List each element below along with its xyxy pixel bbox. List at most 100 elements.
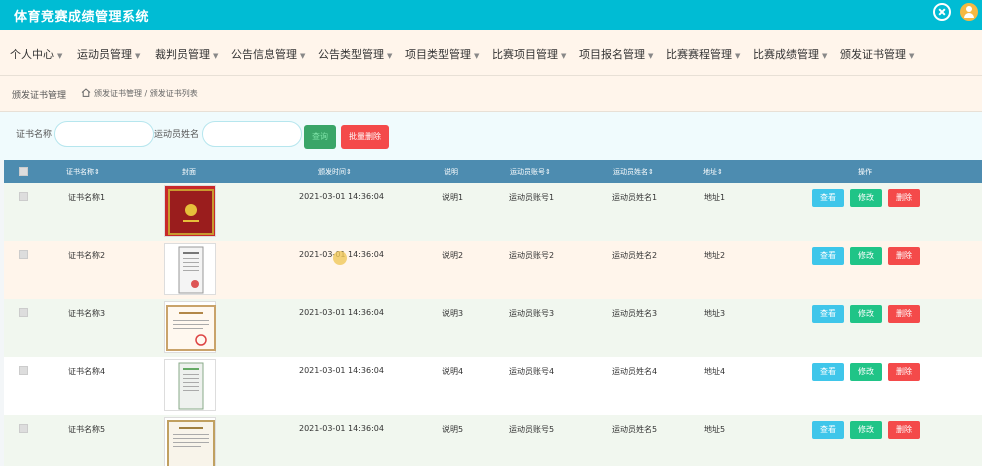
delete-button[interactable]: 删除 [888,247,920,265]
chevron-down-icon: ▼ [387,52,393,60]
athlete-account: 运动员账号2 [509,251,555,260]
column-header-name[interactable]: 证书名称⇕ [66,167,100,177]
delete-button[interactable]: 删除 [888,305,920,323]
column-header-account[interactable]: 运动员账号⇕ [510,167,551,177]
athlete-name: 运动员姓名4 [612,367,658,376]
chevron-down-icon: ▼ [735,52,741,60]
nav-item-label: 比赛项目管理 [492,48,558,61]
cover-image [167,420,215,466]
chevron-down-icon: ▼ [648,52,654,60]
athlete-name-input[interactable] [202,121,302,147]
nav-item-announcements[interactable]: 公告信息管理 ▼ [231,46,305,62]
nav-item-results[interactable]: 比赛成绩管理 ▼ [753,46,827,62]
nav-item-event-types[interactable]: 项目类型管理 ▼ [405,46,479,62]
view-button[interactable]: 查看 [812,363,844,381]
chevron-down-icon: ▼ [213,52,219,60]
view-button[interactable]: 查看 [812,247,844,265]
row-checkbox[interactable] [19,250,28,259]
search-button[interactable]: 查询 [304,125,336,149]
column-header-label: 颁发时间 [318,168,346,176]
athlete-account: 运动员账号3 [509,309,555,318]
certificate-cover-image[interactable] [164,359,216,411]
row-checkbox[interactable] [19,308,28,317]
nav-item-referees[interactable]: 裁判员管理 ▼ [155,46,218,62]
delete-button[interactable]: 删除 [888,189,920,207]
fullscreen-icon[interactable] [933,3,951,21]
chevron-down-icon: ▼ [135,52,141,60]
certificate-cover-image[interactable] [164,301,216,353]
nav-item-label: 个人中心 [10,48,54,61]
certificate-name: 证书名称3 [68,309,106,318]
delete-button[interactable]: 删除 [888,363,920,381]
delete-button[interactable]: 删除 [888,421,920,439]
chevron-down-icon: ▼ [474,52,480,60]
breadcrumb-path[interactable]: 颁发证书管理 / 颁发证书列表 [94,88,198,99]
cover-image [168,189,214,235]
nav-item-schedule[interactable]: 比赛赛程管理 ▼ [666,46,740,62]
table-header: 证书名称⇕ 封面 颁发时间⇕ 说明 运动员账号⇕ 运动员姓名⇕ 地址⇕ 操作 [4,160,982,183]
cover-image [166,305,216,351]
cover-image [178,246,204,294]
column-header-time[interactable]: 颁发时间⇕ [318,167,352,177]
certificate-cover-image[interactable] [164,185,216,237]
address: 地址5 [704,425,726,434]
certificate-cover-image[interactable] [164,243,216,295]
row-checkbox[interactable] [19,424,28,433]
nav-item-registrations[interactable]: 项目报名管理 ▼ [579,46,653,62]
nav-item-label: 运动员管理 [77,48,132,61]
issue-time: 2021-03-01 14:36:04 [299,366,384,375]
view-button[interactable]: 查看 [812,421,844,439]
certificate-name-input[interactable] [54,121,154,147]
edit-button[interactable]: 修改 [850,305,882,323]
home-icon[interactable] [81,88,91,97]
athlete-name: 运动员姓名5 [612,425,658,434]
athlete-account: 运动员账号5 [509,425,555,434]
certificate-table: 证书名称⇕ 封面 颁发时间⇕ 说明 运动员账号⇕ 运动员姓名⇕ 地址⇕ 操作 证… [4,160,982,466]
athlete-name: 运动员姓名2 [612,251,658,260]
nav-item-personal-center[interactable]: 个人中心 ▼ [10,46,62,62]
select-all-checkbox[interactable] [19,167,28,176]
column-header-athlete[interactable]: 运动员姓名⇕ [613,167,654,177]
top-bar: 体育竞赛成绩管理系统 [0,0,982,30]
row-checkbox[interactable] [19,192,28,201]
batch-delete-button[interactable]: 批量删除 [341,125,389,149]
description: 说明4 [442,367,464,376]
nav-item-label: 项目报名管理 [579,48,645,61]
chevron-down-icon: ▼ [909,52,915,60]
edit-button[interactable]: 修改 [850,247,882,265]
certificate-name: 证书名称2 [68,251,106,260]
edit-button[interactable]: 修改 [850,363,882,381]
description: 说明5 [442,425,464,434]
chevron-down-icon: ▼ [822,52,828,60]
address: 地址4 [704,367,726,376]
mouse-cursor [333,251,347,265]
nav-item-label: 公告类型管理 [318,48,384,61]
certificate-cover-image[interactable] [164,417,216,466]
table-row: 证书名称4 2021-03-01 14:36:04 说明4 运动员账号4 运动员… [4,357,982,415]
issue-time: 2021-03-01 14:36:04 [299,424,384,433]
chevron-down-icon: ▼ [57,52,63,60]
page-title: 颁发证书管理 [12,91,67,101]
nav-item-competition-events[interactable]: 比赛项目管理 ▼ [492,46,566,62]
table-row: 证书名称5 2021-03-01 14:36:04 说明5 运动员账号5 运动员… [4,415,982,466]
nav-item-announcement-types[interactable]: 公告类型管理 ▼ [318,46,392,62]
certificate-name: 证书名称5 [68,425,106,434]
row-checkbox[interactable] [19,366,28,375]
edit-button[interactable]: 修改 [850,421,882,439]
nav-item-certificates[interactable]: 颁发证书管理 ▼ [840,46,914,62]
nav-item-athletes[interactable]: 运动员管理 ▼ [77,46,140,62]
view-button[interactable]: 查看 [812,305,844,323]
main-navigation: 个人中心 ▼ 运动员管理 ▼ 裁判员管理 ▼ 公告信息管理 ▼ 公告类型管理 ▼ 项目类型… [0,30,982,76]
address: 地址2 [704,251,726,260]
column-header-label: 地址 [703,168,717,176]
athlete-name-label: 运动员姓名 [154,130,200,140]
avatar[interactable] [960,3,978,21]
column-header-address[interactable]: 地址⇕ [703,167,723,177]
nav-item-label: 颁发证书管理 [840,48,906,61]
athlete-account: 运动员账号1 [509,193,555,202]
view-button[interactable]: 查看 [812,189,844,207]
edit-button[interactable]: 修改 [850,189,882,207]
description: 说明2 [442,251,464,260]
athlete-account: 运动员账号4 [509,367,555,376]
nav-item-label: 项目类型管理 [405,48,471,61]
